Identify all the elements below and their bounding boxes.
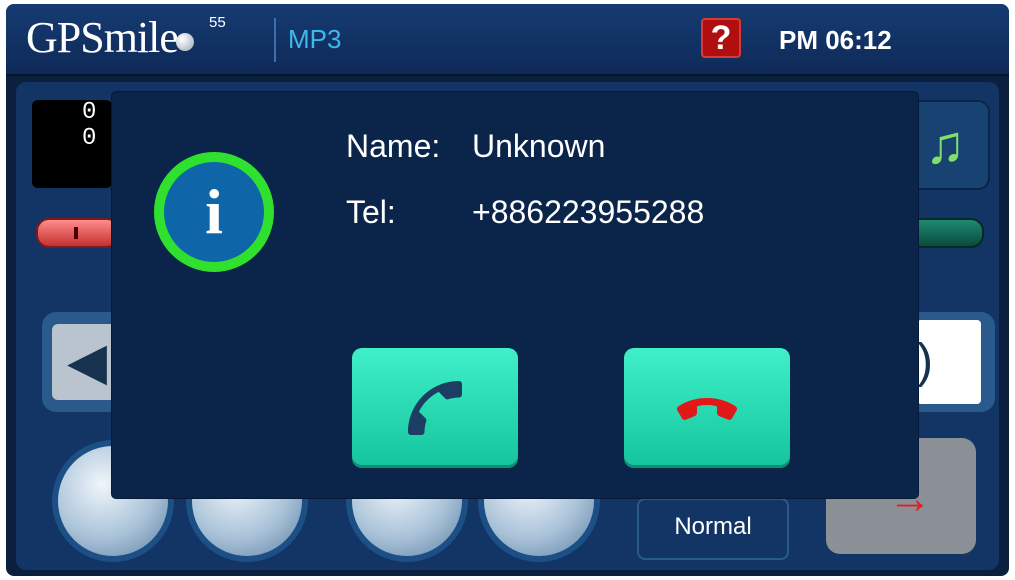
- clock: PM 06:12: [779, 25, 892, 55]
- page-title: MP3: [288, 24, 342, 54]
- counter-top: 0: [82, 99, 97, 126]
- logo-text: GPSmile: [26, 13, 179, 62]
- counter-bottom: 0: [82, 125, 97, 152]
- answer-call-button[interactable]: [352, 348, 518, 468]
- incoming-call-dialog: i Name: Unknown Tel: +886223955288: [112, 92, 918, 498]
- app-logo: GPSmile: [26, 12, 194, 63]
- caller-name: Unknown: [472, 128, 606, 164]
- header-bar: GPSmile 55 MP3 ? PM 06:12: [6, 4, 1009, 76]
- track-counter: 0 0: [32, 100, 112, 188]
- right-panel-icon: ): [917, 320, 981, 404]
- phone-answer-icon: [408, 381, 462, 435]
- logo-ball-icon: [175, 32, 194, 51]
- phone-hangup-icon: [677, 398, 737, 420]
- help-button[interactable]: ?: [701, 18, 741, 58]
- info-icon: i: [154, 152, 274, 272]
- name-label: Name:: [346, 128, 441, 164]
- logo-version: 55: [209, 14, 226, 31]
- tel-label: Tel:: [346, 194, 396, 230]
- volume-slider[interactable]: [36, 218, 120, 248]
- play-mode-button[interactable]: Normal: [637, 498, 789, 560]
- caller-number: +886223955288: [472, 194, 705, 230]
- right-panel-button[interactable]: ): [905, 312, 995, 412]
- header-divider: [274, 18, 276, 62]
- decline-call-button[interactable]: [624, 348, 790, 468]
